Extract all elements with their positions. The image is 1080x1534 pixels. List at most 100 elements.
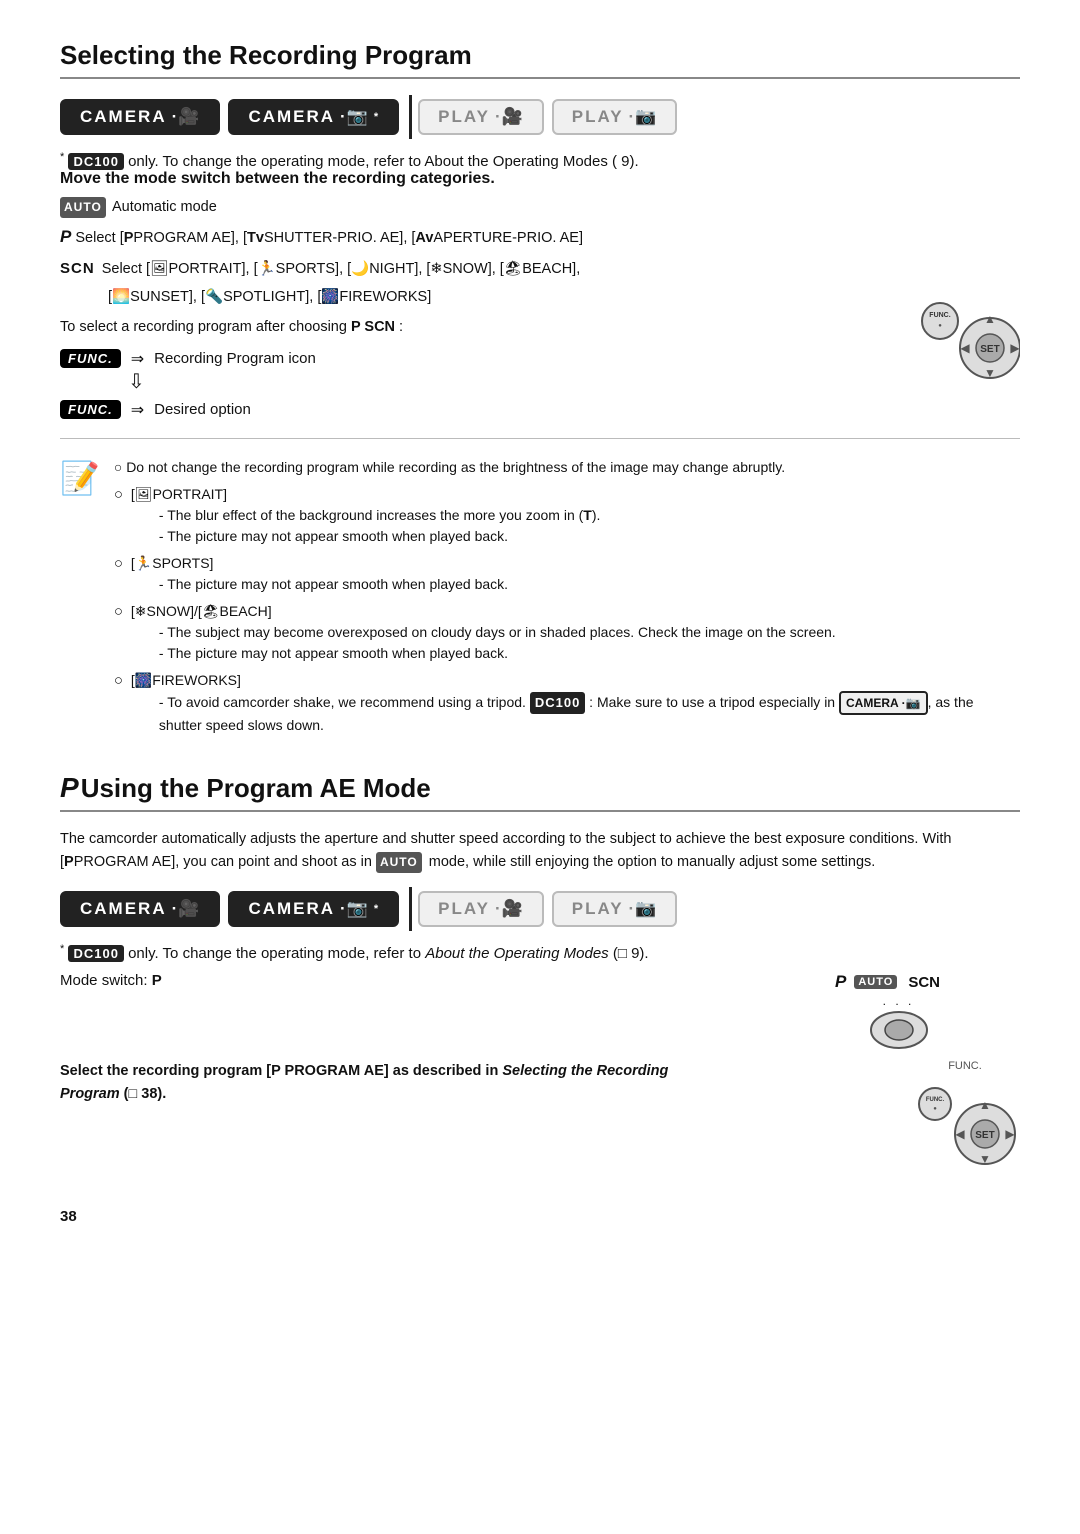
- sports-sub-1: - The picture may not appear smooth when…: [159, 574, 508, 595]
- dc100-badge-3: DC100: [68, 945, 123, 962]
- tab-camera-photo[interactable]: CAMERA ·📷 *: [228, 99, 399, 135]
- func-row-1: FUNC. ⇒ Recording Program icon: [60, 349, 316, 369]
- scn-icon: SCN: [60, 257, 95, 280]
- snow-sub-2: - The picture may not appear smooth when…: [159, 643, 836, 664]
- svg-text:SET: SET: [975, 1130, 994, 1141]
- p-bold: P: [60, 227, 71, 246]
- arrow-right-1: ⇒: [131, 349, 144, 369]
- dots-row: . . .: [857, 994, 940, 1008]
- divider-1: [60, 438, 1020, 439]
- tab2-play-photo[interactable]: PLAY ·📷: [552, 891, 678, 927]
- portrait-sub-1: - The blur effect of the background incr…: [159, 505, 601, 526]
- func-text-2: Desired option: [154, 401, 251, 418]
- arrow-down-1: ⇩: [128, 369, 316, 394]
- asterisk-note-2: * DC100 only. To change the operating mo…: [60, 943, 1020, 962]
- portrait-sub-2: - The picture may not appear smooth when…: [159, 526, 601, 547]
- p-line: P Select [PPROGRAM AE], [TvSHUTTER-PRIO.…: [60, 224, 1020, 250]
- section2-title: PUsing the Program AE Mode: [60, 772, 1020, 812]
- play-label-3: PLAY: [438, 899, 490, 919]
- bullet-fireworks-content: [🎆FIREWORKS] - To avoid camcorder shake,…: [131, 670, 1020, 736]
- tab-play-photo[interactable]: PLAY ·📷: [552, 99, 678, 135]
- bullet-sports-content: [🏃SPORTS] - The picture may not appear s…: [131, 553, 508, 595]
- bullet-portrait: ○ [🖼PORTRAIT] - The blur effect of the b…: [114, 484, 1020, 547]
- camera-inline-icon: CAMERA·📷: [839, 691, 928, 715]
- svg-text:◀: ◀: [960, 341, 970, 355]
- func-text-1: Recording Program icon: [154, 350, 316, 367]
- select-text-1: To select a recording program after choo…: [60, 319, 1020, 335]
- select-heading-2: Select the recording program [P PROGRAM …: [60, 1060, 700, 1105]
- tab-play-video[interactable]: PLAY ·🎥: [418, 99, 544, 135]
- note-box-1: 📝 ○ Do not change the recording program …: [60, 457, 1020, 743]
- camera-label-4: CAMERA: [248, 899, 335, 919]
- play-video-icon-2: ·🎥: [495, 899, 524, 919]
- svg-text:▲: ▲: [979, 1098, 991, 1112]
- svg-text:◀: ◀: [955, 1127, 965, 1141]
- bullet-circle-4: ○: [114, 670, 123, 693]
- func-dial-diagram: FUNC. ● SET ▲ ▼ ◀ ▶: [910, 283, 1020, 397]
- svg-text:▶: ▶: [1005, 1127, 1015, 1141]
- bullet-snow-beach: ○ [❄SNOW]/[🏖BEACH] - The subject may bec…: [114, 601, 1020, 664]
- scn-line: SCN Select [🖼PORTRAIT], [🏃SPORTS], [🌙NIG…: [60, 257, 1020, 280]
- scn-line2: [🌅SUNSET], [🔦SPOTLIGHT], [🎆FIREWORKS]: [108, 286, 1020, 308]
- func-row-2: FUNC. ⇒ Desired option: [60, 400, 316, 420]
- camera-label-3: CAMERA: [80, 899, 167, 919]
- mode-tabs-section1: CAMERA ·🎥 CAMERA ·📷 * PLAY ·🎥 PLAY ·📷: [60, 95, 1020, 139]
- svg-text:▶: ▶: [1010, 341, 1020, 355]
- tab-separator-1: [409, 95, 412, 139]
- bullet-fireworks: ○ [🎆FIREWORKS] - To avoid camcorder shak…: [114, 670, 1020, 736]
- auto-icon: AUTO: [60, 197, 106, 218]
- svg-text:●: ●: [933, 1106, 937, 1112]
- play-label-4: PLAY: [572, 899, 624, 919]
- arrow-right-2: ⇒: [131, 400, 144, 420]
- camera-label-2: CAMERA: [248, 107, 335, 127]
- video-icon-2: ·🎥: [172, 899, 201, 919]
- p-prefix: P: [60, 772, 79, 803]
- fireworks-sub-1: - To avoid camcorder shake, we recommend…: [159, 691, 1020, 736]
- play-video-icon: ·🎥: [495, 107, 524, 127]
- asterisk-note-1: * DC100 only. To change the operating mo…: [60, 151, 1020, 170]
- tab2-camera-photo[interactable]: CAMERA ·📷 *: [228, 891, 399, 927]
- play-photo-icon-2: ·📷: [629, 899, 658, 919]
- bullet-portrait-content: [🖼PORTRAIT] - The blur effect of the bac…: [131, 484, 601, 547]
- bullet-snow-beach-content: [❄SNOW]/[🏖BEACH] - The subject may becom…: [131, 601, 836, 664]
- svg-text:▲: ▲: [984, 312, 996, 326]
- bold-heading-1: Move the mode switch between the recordi…: [60, 170, 1020, 188]
- tab2-play-video[interactable]: PLAY ·🎥: [418, 891, 544, 927]
- bullet-circle-3: ○: [114, 601, 123, 624]
- camera-label-1: CAMERA: [80, 107, 167, 127]
- func-badge-1: FUNC.: [60, 349, 121, 368]
- photo-icon-1: ·📷: [340, 107, 369, 127]
- mode-switch-label: Mode switch: P: [60, 972, 162, 989]
- photo-icon-2: ·📷: [340, 899, 369, 919]
- play-label-1: PLAY: [438, 107, 490, 127]
- dc100-badge-2: DC100: [530, 692, 585, 714]
- tab2-camera-video[interactable]: CAMERA ·🎥: [60, 891, 220, 927]
- svg-text:▼: ▼: [979, 1152, 991, 1166]
- mode-tabs-section2: CAMERA ·🎥 CAMERA ·📷 * PLAY ·🎥 PLAY ·📷: [60, 887, 1020, 931]
- play-photo-icon: ·📷: [629, 107, 658, 127]
- auto-line: AUTO Automatic mode: [60, 196, 1020, 218]
- svg-text:SET: SET: [980, 344, 999, 355]
- note-content: ○ Do not change the recording program wh…: [114, 457, 1020, 743]
- mode-dial-svg: [869, 1010, 929, 1050]
- tab-separator-2: [409, 887, 412, 931]
- func-badge-2: FUNC.: [60, 400, 121, 419]
- section2-intro: The camcorder automatically adjusts the …: [60, 828, 1020, 873]
- func-rows: FUNC. ⇒ Recording Program icon ⇩ FUNC. ⇒…: [60, 343, 316, 420]
- scn-label-diagram: SCN: [908, 974, 940, 991]
- play-label-2: PLAY: [572, 107, 624, 127]
- note-main-text: ○ Do not change the recording program wh…: [114, 457, 1020, 479]
- bullet-circle-1: ○: [114, 484, 123, 507]
- mode-switch-row: Mode switch: P P AUTO SCN . . .: [60, 972, 1020, 1050]
- svg-text:▼: ▼: [984, 366, 996, 380]
- svg-text:FUNC.: FUNC.: [929, 312, 950, 319]
- svg-text:●: ●: [938, 323, 942, 329]
- auto-icon-3: AUTO: [854, 975, 897, 989]
- p-auto-scn-diagram: P AUTO SCN . . .: [835, 972, 940, 1050]
- note-icon: 📝: [60, 459, 100, 497]
- tab-camera-video[interactable]: CAMERA ·🎥: [60, 99, 220, 135]
- func-dial-diagram-2: FUNC. FUNC. ● SET ▲ ▼ ◀ ▶: [910, 1060, 1020, 1178]
- bullet-sports: ○ [🏃SPORTS] - The picture may not appear…: [114, 553, 1020, 595]
- video-icon-1: ·🎥: [172, 107, 201, 127]
- section1-title: Selecting the Recording Program: [60, 40, 1020, 79]
